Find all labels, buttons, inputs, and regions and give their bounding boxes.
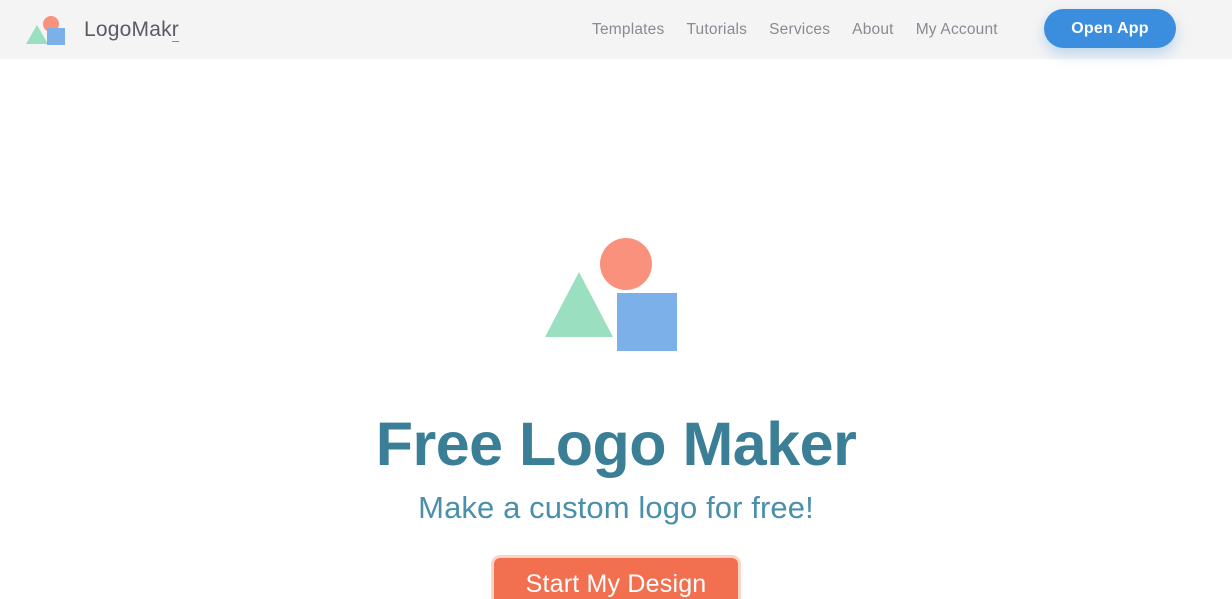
hero-shapes-graphic [545, 238, 685, 353]
logomakr-shapes-icon [24, 12, 68, 48]
brand-name: LogoMakr [84, 18, 179, 42]
nav-item-templates[interactable]: Templates [592, 21, 664, 39]
hero-triangle-icon [545, 272, 613, 337]
start-my-design-button[interactable]: Start My Design [491, 555, 741, 599]
hero-section: Free Logo Maker Make a custom logo for f… [0, 59, 1232, 599]
brand-name-underlined: r [171, 18, 179, 42]
hero-circle-icon [600, 238, 652, 290]
logo-square-icon [47, 27, 65, 45]
hero-square-icon [617, 293, 677, 351]
nav-item-services[interactable]: Services [769, 21, 830, 39]
brand-name-main: LogoMak [84, 18, 172, 41]
page-subtitle: Make a custom logo for free! [418, 490, 814, 525]
cta-container: Start My Design [491, 555, 741, 599]
page-title: Free Logo Maker [375, 410, 857, 478]
nav-item-about[interactable]: About [852, 21, 894, 39]
open-app-button[interactable]: Open App [1044, 9, 1176, 48]
nav-item-my-account[interactable]: My Account [916, 21, 998, 39]
brand-logo-link[interactable]: LogoMakr [24, 12, 179, 48]
nav-item-tutorials[interactable]: Tutorials [686, 21, 747, 39]
main-navigation: Templates Tutorials Services About My Ac… [592, 0, 998, 59]
site-header: LogoMakr Templates Tutorials Services Ab… [0, 0, 1232, 59]
